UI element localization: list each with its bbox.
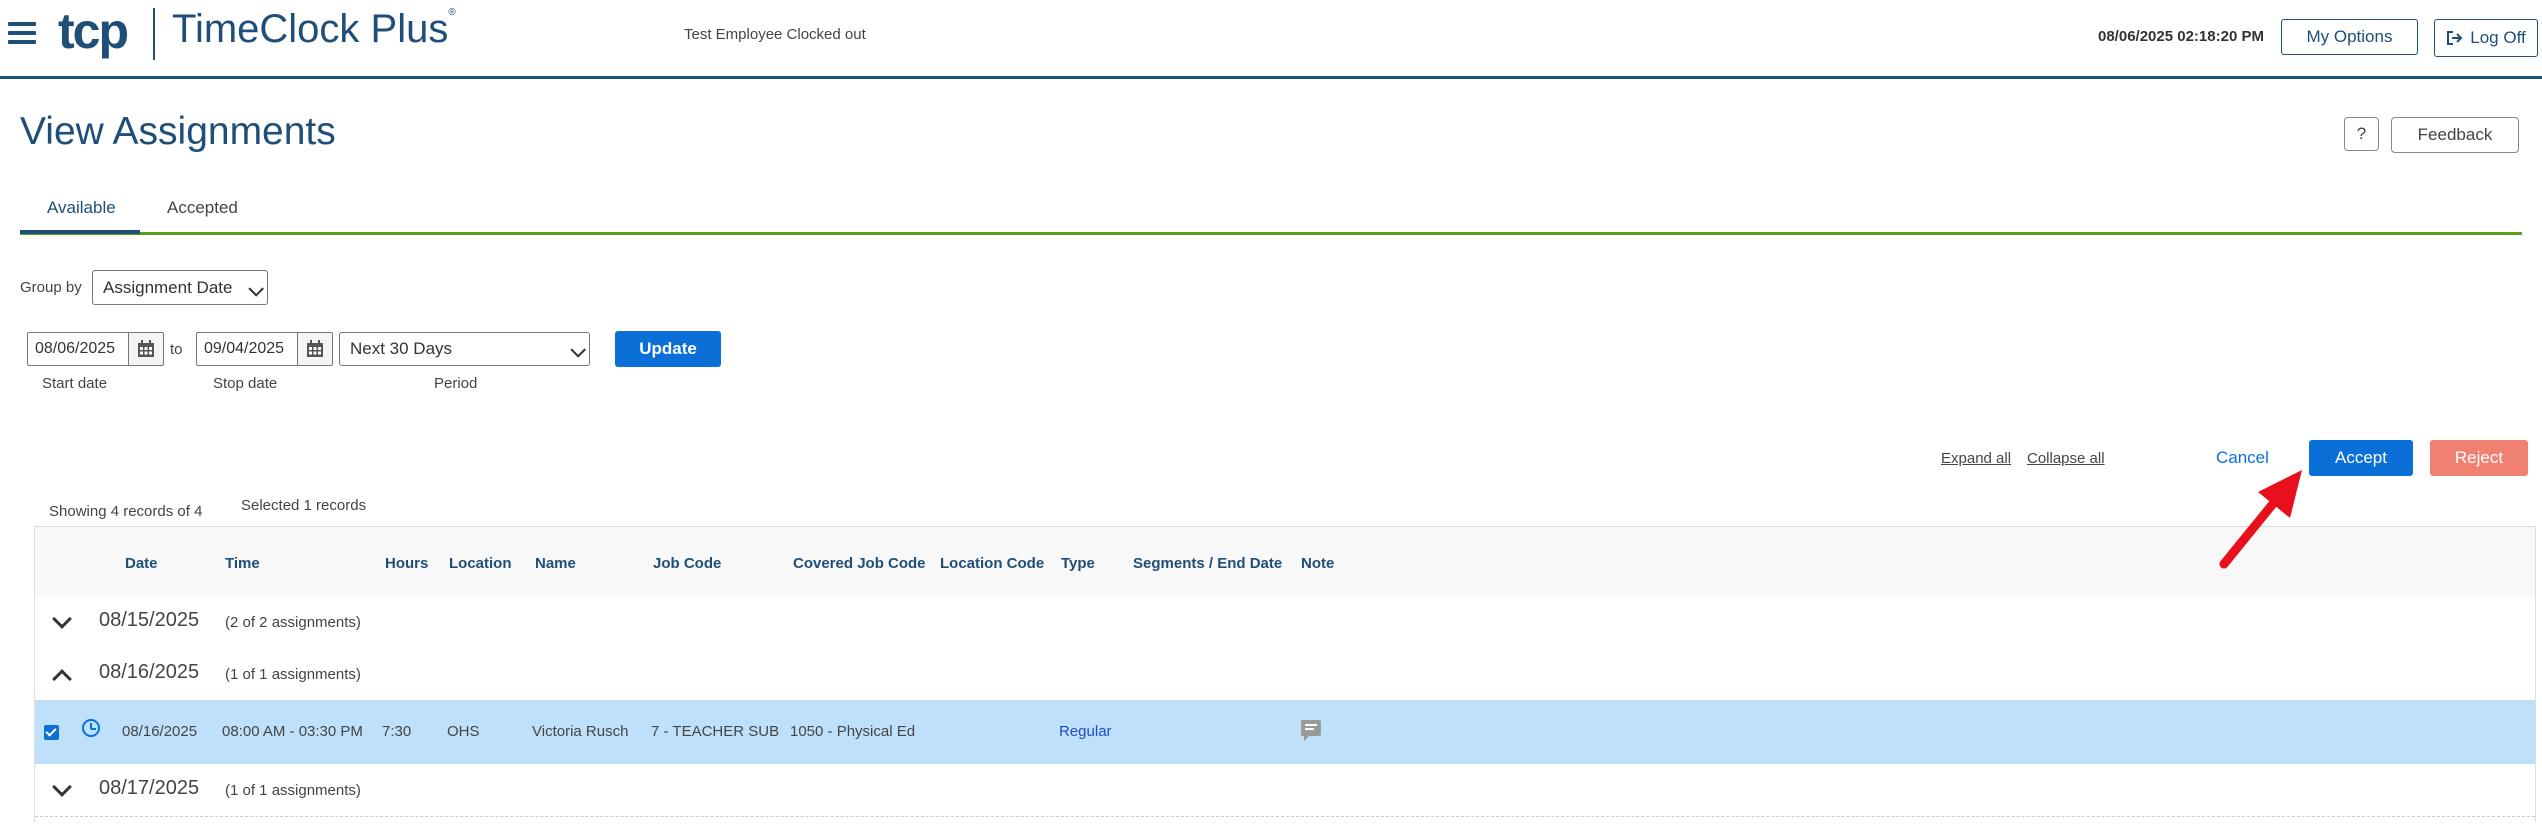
column-header-hours[interactable]: Hours — [385, 555, 428, 572]
cell-date: 08/16/2025 — [122, 723, 198, 740]
row-checkbox[interactable] — [44, 725, 59, 740]
logo-text: TimeClock Plus® — [172, 7, 456, 51]
column-header-job-code[interactable]: Job Code — [653, 555, 721, 572]
group-date: 08/16/2025 — [99, 661, 200, 683]
column-header-note[interactable]: Note — [1301, 555, 1334, 572]
start-date-label: Start date — [42, 375, 108, 392]
note-icon[interactable] — [1301, 720, 1321, 741]
cell-name: Victoria Rusch — [532, 723, 629, 740]
group-date: 08/15/2025 — [99, 609, 200, 631]
current-datetime: 08/06/2025 02:18:20 PM — [2098, 28, 2264, 45]
clock-status: Test Employee Clocked out — [684, 26, 866, 43]
start-date-input[interactable]: 08/06/2025 — [27, 332, 130, 366]
column-header-time[interactable]: Time — [225, 555, 260, 572]
my-options-button[interactable]: My Options — [2281, 19, 2418, 55]
group-row[interactable]: 08/16/2025 (1 of 1 assignments) — [35, 648, 2535, 701]
cancel-link[interactable]: Cancel — [2216, 448, 2269, 468]
cell-time: 08:00 AM - 03:30 PM — [222, 723, 363, 740]
group-by-select[interactable]: Assignment Date — [92, 270, 268, 305]
period-label: Period — [434, 375, 478, 392]
help-button[interactable]: ? — [2344, 117, 2379, 151]
table-row[interactable]: 08/16/2025 08:00 AM - 03:30 PM 7:30 OHS … — [35, 700, 2535, 764]
period-value: Next 30 Days — [350, 339, 453, 358]
registered-mark: ® — [448, 7, 456, 18]
column-header-type[interactable]: Type — [1061, 555, 1095, 572]
chevron-down-icon — [248, 280, 264, 297]
stop-date-calendar-icon[interactable] — [297, 332, 333, 366]
group-by-value: Assignment Date — [103, 277, 233, 297]
assignments-table: Date Time Hours Location Name Job Code C… — [34, 526, 2536, 822]
column-header-date[interactable]: Date — [125, 555, 158, 572]
log-off-label: Log Off — [2470, 28, 2526, 47]
log-off-button[interactable]: Log Off — [2434, 19, 2538, 57]
clock-icon — [82, 719, 100, 737]
log-off-icon — [2447, 31, 2463, 45]
feedback-button[interactable]: Feedback — [2391, 117, 2519, 153]
column-header-segments-end-date[interactable]: Segments / End Date — [1133, 555, 1282, 572]
table-header: Date Time Hours Location Name Job Code C… — [35, 526, 2535, 598]
stop-date-input[interactable]: 09/04/2025 — [196, 332, 299, 366]
accept-button[interactable]: Accept — [2309, 440, 2413, 476]
group-by-label: Group by — [20, 279, 82, 296]
to-label: to — [170, 341, 183, 358]
group-count: (1 of 1 assignments) — [225, 782, 361, 799]
reject-button[interactable]: Reject — [2430, 440, 2528, 476]
tabs-divider — [20, 232, 2522, 235]
collapse-all-link[interactable]: Collapse all — [2027, 450, 2105, 467]
chevron-down-icon — [570, 342, 586, 358]
records-count: Showing 4 records of 4 — [49, 503, 203, 520]
chevron-up-icon[interactable] — [52, 669, 72, 689]
group-row[interactable]: 08/17/2025 (1 of 1 assignments) — [35, 764, 2535, 817]
expand-all-link[interactable]: Expand all — [1941, 450, 2011, 467]
column-header-location-code[interactable]: Location Code — [940, 555, 1044, 572]
column-header-name[interactable]: Name — [535, 555, 576, 572]
cell-covered-job-code: 1050 - Physical Ed — [790, 723, 916, 740]
column-header-location[interactable]: Location — [449, 555, 512, 572]
annotation-arrow-icon — [2219, 470, 2302, 569]
logo-mark: tcp — [58, 3, 129, 59]
cell-hours: 7:30 — [382, 723, 412, 740]
cell-location: OHS — [447, 723, 480, 740]
cell-job-code: 7 - TEACHER SUB — [651, 723, 780, 740]
selected-count: Selected 1 records — [241, 497, 367, 514]
update-button[interactable]: Update — [615, 331, 721, 367]
group-date: 08/17/2025 — [99, 777, 200, 799]
top-bar: tcp TimeClock Plus® Test Employee Clocke… — [0, 0, 2542, 79]
tab-available[interactable]: Available — [47, 198, 116, 218]
group-count: (2 of 2 assignments) — [225, 614, 361, 631]
group-count: (1 of 1 assignments) — [225, 666, 361, 683]
chevron-down-icon[interactable] — [52, 777, 72, 797]
period-select[interactable]: Next 30 Days — [339, 332, 590, 366]
calendar-icon — [138, 340, 154, 357]
logo-separator — [153, 8, 155, 60]
active-tab-indicator — [20, 230, 140, 234]
stop-date-label: Stop date — [213, 375, 278, 392]
page-title: View Assignments — [20, 110, 336, 153]
cell-type[interactable]: Regular — [1059, 723, 1112, 740]
group-row[interactable]: 08/15/2025 (2 of 2 assignments) — [35, 596, 2535, 649]
start-date-calendar-icon[interactable] — [128, 332, 164, 366]
column-header-covered-job-code[interactable]: Covered Job Code — [793, 555, 926, 572]
tab-accepted[interactable]: Accepted — [167, 198, 238, 218]
calendar-icon — [307, 340, 323, 357]
chevron-down-icon[interactable] — [52, 609, 72, 629]
hamburger-menu-icon[interactable] — [8, 22, 36, 44]
